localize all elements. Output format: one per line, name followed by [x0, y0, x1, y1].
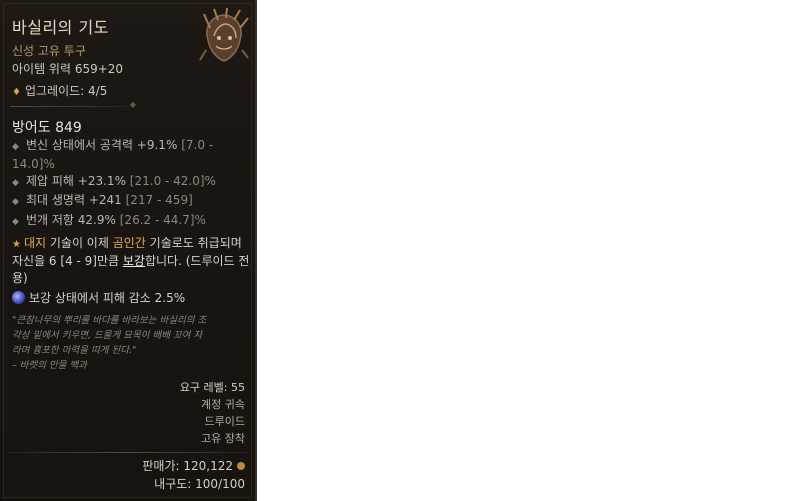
item-power: 아이템 위력 659+20	[12, 62, 124, 76]
flavor-line: – 바렛의 만물 백과	[12, 360, 87, 371]
sell-text: 판매가: 120,122	[142, 459, 233, 473]
sell-value: 판매가: 120,122	[142, 457, 245, 474]
affix-range: [26.2 - 44.7]%	[119, 213, 206, 227]
flavor-line: "큰참나무의 뿌리를 바다를 바라보는 바실리의 조	[12, 315, 207, 326]
affix-range: [217 - 459]	[125, 193, 193, 207]
star-icon: ★	[12, 239, 21, 250]
aspect-orb-icon	[12, 291, 25, 304]
account-bound: 계정 귀속	[201, 398, 245, 411]
affix-text: 번개 저항 42.9%	[26, 213, 116, 227]
upgrade-status: ♦ 업그레이드: 4/5	[12, 82, 107, 99]
gold-coin-icon	[237, 462, 245, 470]
aspect-line: 보강 상태에서 피해 감소 2.5%	[12, 289, 185, 306]
item-tooltip: 바실리의 기도 신성 고유 투구 아이템 위력 659+20 ♦ 업그레이드: 4…	[0, 0, 257, 501]
affix-line: ◆ 제압 피해 +23.1% [21.0 - 42.0]%	[12, 173, 248, 192]
divider	[8, 452, 247, 453]
bullet-icon: ◆	[12, 217, 19, 227]
flavor-line: 라며 흉포한 마력을 띠게 된다."	[12, 345, 137, 356]
durability: 내구도: 100/100	[154, 477, 245, 491]
affix-text: 변신 상태에서 공격력 +9.1%	[26, 138, 178, 152]
divider	[10, 100, 136, 109]
affix-text: 제압 피해 +23.1%	[26, 174, 126, 188]
flavor-text: "큰참나무의 뿌리를 바다를 바라보는 바실리의 조 각상 밑에서 키우면, 드…	[12, 313, 248, 373]
affix-line: ◆ 변신 상태에서 공격력 +9.1% [7.0 - 14.0]%	[12, 137, 248, 173]
helm-icon	[199, 7, 249, 62]
flavor-line: 각상 밑에서 키우면, 드물게 묘목이 배배 꼬여 자	[12, 330, 203, 341]
aspect-text: 보강 상태에서 피해 감소 2.5%	[29, 291, 186, 305]
bullet-icon: ◆	[12, 142, 19, 152]
item-name: 바실리의 기도	[12, 18, 109, 37]
legendary-keyword: 대지	[23, 236, 47, 250]
affix-line: ◆ 최대 생명력 +241 [217 - 459]	[12, 192, 248, 211]
armor-value: 방어도 849	[12, 120, 82, 136]
legendary-text: 기술이 이제	[46, 236, 113, 250]
class-restriction: 드루이드	[204, 415, 245, 428]
item-type: 신성 고유 투구	[12, 44, 86, 58]
required-level: 요구 레벨: 55	[179, 381, 245, 394]
affix-range: [21.0 - 42.0]%	[129, 174, 216, 188]
affix-text: 최대 생명력 +241	[26, 193, 122, 207]
upgrade-text: 업그레이드: 4/5	[24, 84, 108, 98]
affix-line: ◆ 번개 저항 42.9% [26.2 - 44.7]%	[12, 212, 248, 231]
unique-equipped: 고유 장착	[201, 432, 245, 445]
diamond-icon: ♦	[12, 87, 21, 98]
bullet-icon: ◆	[12, 197, 19, 207]
legendary-keyword: 곰인간	[112, 236, 146, 250]
legendary-keyword: 보강	[122, 254, 145, 268]
legendary-power: ★ 대지 기술이 이제 곰인간 기술로도 취급되며 자신을 6 [4 - 9]만큼…	[12, 235, 250, 287]
bullet-icon: ◆	[12, 178, 19, 188]
